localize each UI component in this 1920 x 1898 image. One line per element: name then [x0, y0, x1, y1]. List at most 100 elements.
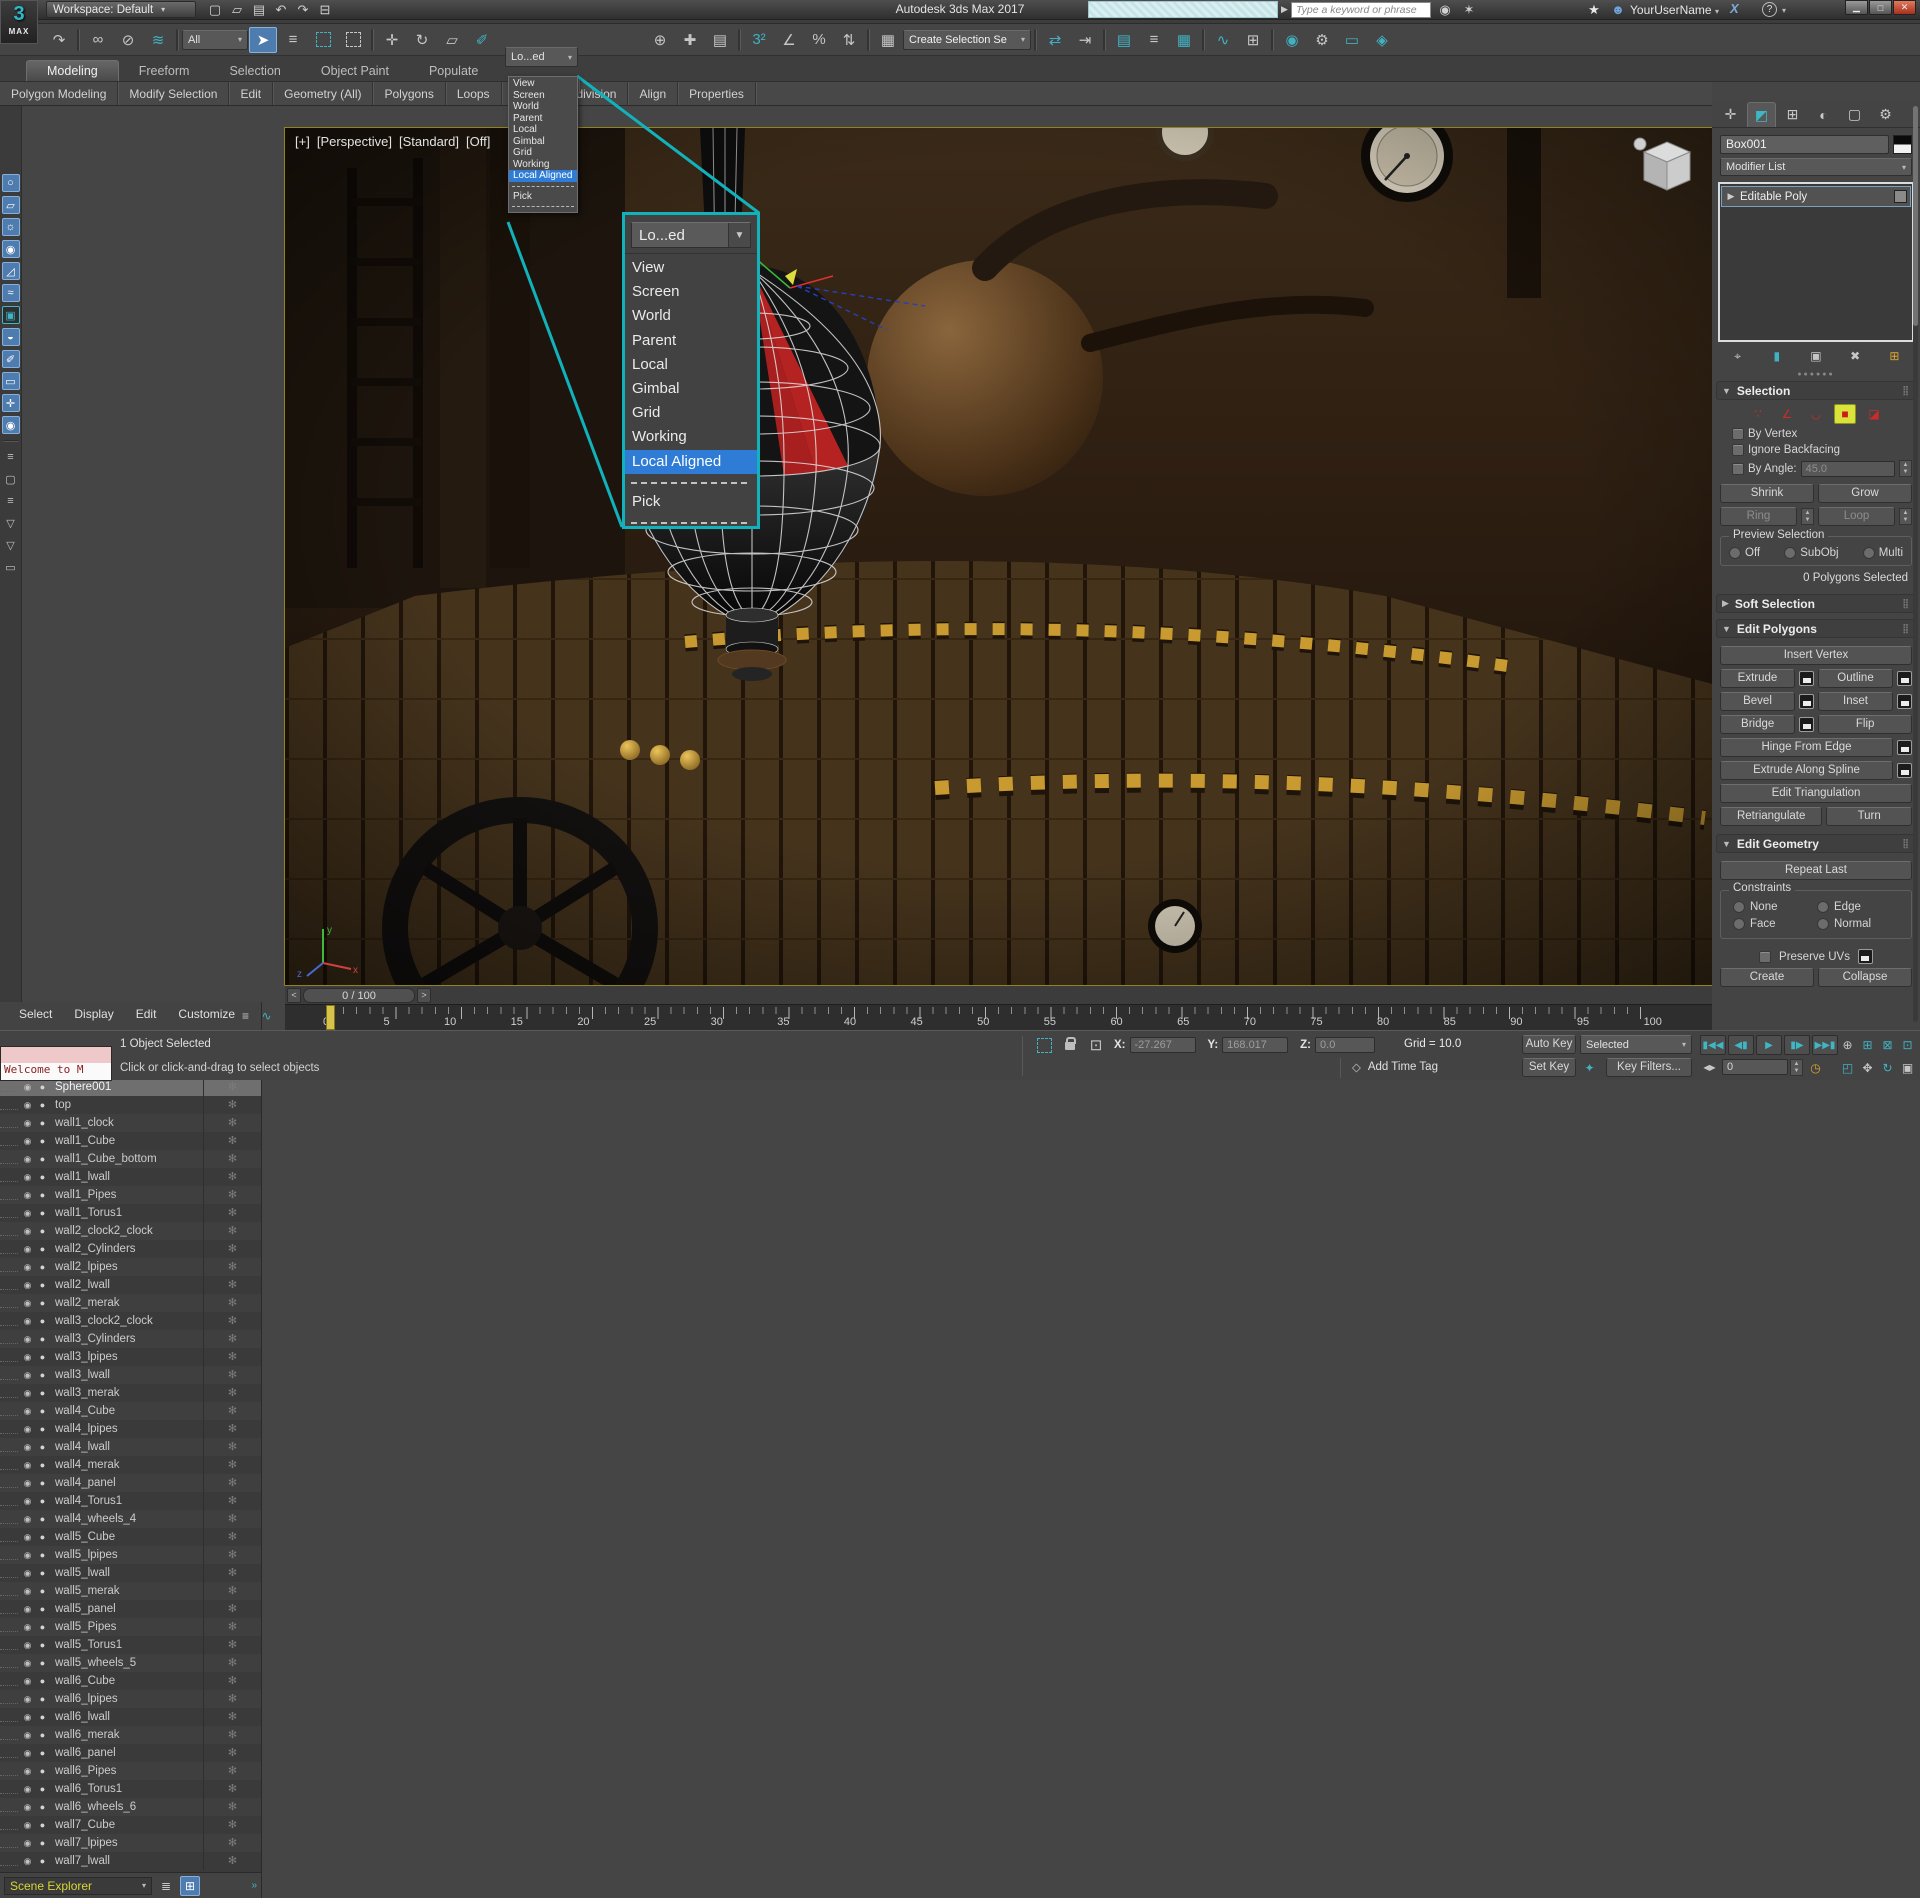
- orbit-icon[interactable]: ↻: [1878, 1058, 1897, 1077]
- list-item[interactable]: ◉ ● wall2_lpipes ✻: [0, 1258, 261, 1276]
- frozen-icon[interactable]: ✻: [203, 1708, 261, 1726]
- loop-spinner[interactable]: ▲▼: [1899, 508, 1912, 525]
- list-item[interactable]: ◉ ● wall1_Pipes ✻: [0, 1186, 261, 1204]
- explorer-menu-item[interactable]: Display: [63, 1007, 124, 1021]
- list-item[interactable]: ◉ ● wall6_lpipes ✻: [0, 1690, 261, 1708]
- panel-resize-grip[interactable]: ●●●●●●: [1712, 371, 1920, 378]
- dropdown-option[interactable]: Screen: [509, 90, 577, 102]
- keyboard-override-icon[interactable]: ▤: [706, 27, 734, 53]
- frozen-icon[interactable]: ✻: [203, 1402, 261, 1420]
- visibility-eye-icon[interactable]: ◉: [20, 1748, 35, 1759]
- frozen-icon[interactable]: ✻: [203, 1798, 261, 1816]
- display-lights-icon[interactable]: ☼: [2, 218, 20, 236]
- zoom-icon[interactable]: ⊕: [1838, 1035, 1857, 1054]
- inset-button[interactable]: Inset: [1818, 692, 1893, 711]
- dropdown-option[interactable]: Local: [509, 124, 577, 136]
- list-item[interactable]: ◉ ● wall4_panel ✻: [0, 1474, 261, 1492]
- frozen-icon[interactable]: ✻: [203, 1510, 261, 1528]
- frozen-icon[interactable]: ✻: [203, 1690, 261, 1708]
- time-configuration-icon[interactable]: ◷: [1806, 1058, 1825, 1077]
- repeat-last-button[interactable]: Repeat Last: [1720, 861, 1912, 880]
- visibility-eye-icon[interactable]: ◉: [20, 1730, 35, 1741]
- user-icon[interactable]: ☻: [1607, 1, 1629, 18]
- display-particles-icon[interactable]: ✐: [2, 350, 20, 368]
- visibility-eye-icon[interactable]: ◉: [20, 1154, 35, 1165]
- extrude-spline-settings-icon[interactable]: [1897, 763, 1912, 778]
- visibility-eye-icon[interactable]: ◉: [20, 1100, 35, 1111]
- panel-scrollbar[interactable]: [1913, 106, 1918, 1022]
- configure-modifier-sets-icon[interactable]: ⊞: [1883, 346, 1905, 366]
- curve-editor-icon[interactable]: ∿: [1209, 27, 1237, 53]
- frozen-icon[interactable]: ✻: [203, 1618, 261, 1636]
- frozen-icon[interactable]: ✻: [203, 1780, 261, 1798]
- align-icon[interactable]: ⇥: [1071, 27, 1099, 53]
- radio-option[interactable]: Normal: [1817, 918, 1899, 930]
- radio-option[interactable]: Multi: [1863, 547, 1903, 559]
- list-item[interactable]: ◉ ● wall3_lpipes ✻: [0, 1348, 261, 1366]
- render-setup-icon[interactable]: ⚙: [1308, 27, 1336, 53]
- extrude-settings-icon[interactable]: [1799, 671, 1814, 686]
- visibility-eye-icon[interactable]: ◉: [20, 1712, 35, 1723]
- visibility-eye-icon[interactable]: ◉: [20, 1244, 35, 1255]
- visibility-eye-icon[interactable]: ◉: [20, 1460, 35, 1471]
- visibility-eye-icon[interactable]: ◉: [20, 1352, 35, 1363]
- list-item[interactable]: ◉ ● wall6_panel ✻: [0, 1744, 261, 1762]
- modifier-list-dropdown[interactable]: Modifier List▾: [1720, 158, 1912, 176]
- visibility-eye-icon[interactable]: ◉: [20, 1496, 35, 1507]
- track-bar[interactable]: 0510152025303540455055606570758085909510…: [285, 1004, 1712, 1030]
- blank-view-icon[interactable]: ▢: [2, 470, 20, 488]
- explorer-menu-item[interactable]: Customize: [167, 1007, 246, 1021]
- frozen-icon[interactable]: ✻: [203, 1240, 261, 1258]
- filter-icon[interactable]: ▽: [2, 536, 20, 554]
- time-slider-handle[interactable]: [326, 1005, 335, 1030]
- object-color-swatch[interactable]: [1893, 135, 1912, 154]
- frozen-icon[interactable]: ✻: [203, 1294, 261, 1312]
- frozen-icon[interactable]: ✻: [203, 1834, 261, 1852]
- go-to-start-button[interactable]: ▮◀◀: [1700, 1035, 1726, 1055]
- detail-view-icon[interactable]: ≡: [2, 492, 20, 510]
- list-item[interactable]: ◉ ● wall4_wheels_4 ✻: [0, 1510, 261, 1528]
- ribbon-panel-title[interactable]: Modify Selection: [118, 82, 229, 105]
- set-key-button[interactable]: Set Key: [1522, 1058, 1576, 1077]
- frozen-icon[interactable]: ✻: [203, 1096, 261, 1114]
- edit-triangulation-button[interactable]: Edit Triangulation: [1720, 784, 1912, 803]
- dropdown-option[interactable]: Local Aligned: [625, 450, 757, 474]
- ribbon-toggle-icon[interactable]: ▦: [1170, 27, 1198, 53]
- border-mode-icon[interactable]: ◡: [1805, 404, 1827, 424]
- key-filters-button[interactable]: Key Filters...: [1606, 1058, 1692, 1077]
- frozen-icon[interactable]: ✻: [203, 1366, 261, 1384]
- preserve-uvs-checkbox[interactable]: [1759, 951, 1771, 963]
- pan-icon[interactable]: ✥: [1858, 1058, 1877, 1077]
- ribbon-tab[interactable]: Freeform: [119, 61, 210, 81]
- flip-button[interactable]: Flip: [1818, 715, 1912, 734]
- frozen-icon[interactable]: ✻: [203, 1150, 261, 1168]
- frozen-icon[interactable]: ✻: [203, 1546, 261, 1564]
- bridge-settings-icon[interactable]: [1799, 717, 1814, 732]
- footer-overflow-icon[interactable]: »: [251, 1880, 257, 1891]
- open-file-icon[interactable]: ▱: [226, 1, 248, 18]
- dropdown-option[interactable]: [625, 474, 757, 490]
- pin-stack-icon[interactable]: ⌖: [1727, 346, 1749, 366]
- polygon-mode-icon[interactable]: ■: [1834, 404, 1856, 424]
- visibility-eye-icon[interactable]: ◉: [20, 1262, 35, 1273]
- dropdown-option[interactable]: World: [625, 304, 757, 328]
- display-containers-icon[interactable]: ▭: [2, 372, 20, 390]
- extrude-along-spline-button[interactable]: Extrude Along Spline: [1720, 761, 1893, 780]
- close-button[interactable]: ✕: [1893, 0, 1916, 15]
- edit-named-selections-icon[interactable]: ▦: [874, 27, 902, 53]
- auto-key-button[interactable]: Auto Key: [1522, 1035, 1576, 1054]
- frozen-icon[interactable]: ✻: [203, 1348, 261, 1366]
- macro-recorder-pane[interactable]: [1, 1047, 111, 1063]
- frozen-icon[interactable]: ✻: [203, 1384, 261, 1402]
- hinge-settings-icon[interactable]: [1897, 740, 1912, 755]
- infocenter-expand-icon[interactable]: ▶: [1281, 4, 1288, 15]
- visibility-eye-icon[interactable]: ◉: [20, 1388, 35, 1399]
- render-production-icon[interactable]: ◈: [1368, 27, 1396, 53]
- display-helpers-icon[interactable]: ◿: [2, 262, 20, 280]
- hierarchy-tab[interactable]: ⊞: [1778, 102, 1807, 127]
- folder-icon[interactable]: ▭: [2, 558, 20, 576]
- visibility-eye-icon[interactable]: ◉: [20, 1298, 35, 1309]
- dropdown-option[interactable]: [509, 202, 577, 211]
- outline-button[interactable]: Outline: [1818, 669, 1893, 688]
- radio-option[interactable]: Face: [1733, 918, 1815, 930]
